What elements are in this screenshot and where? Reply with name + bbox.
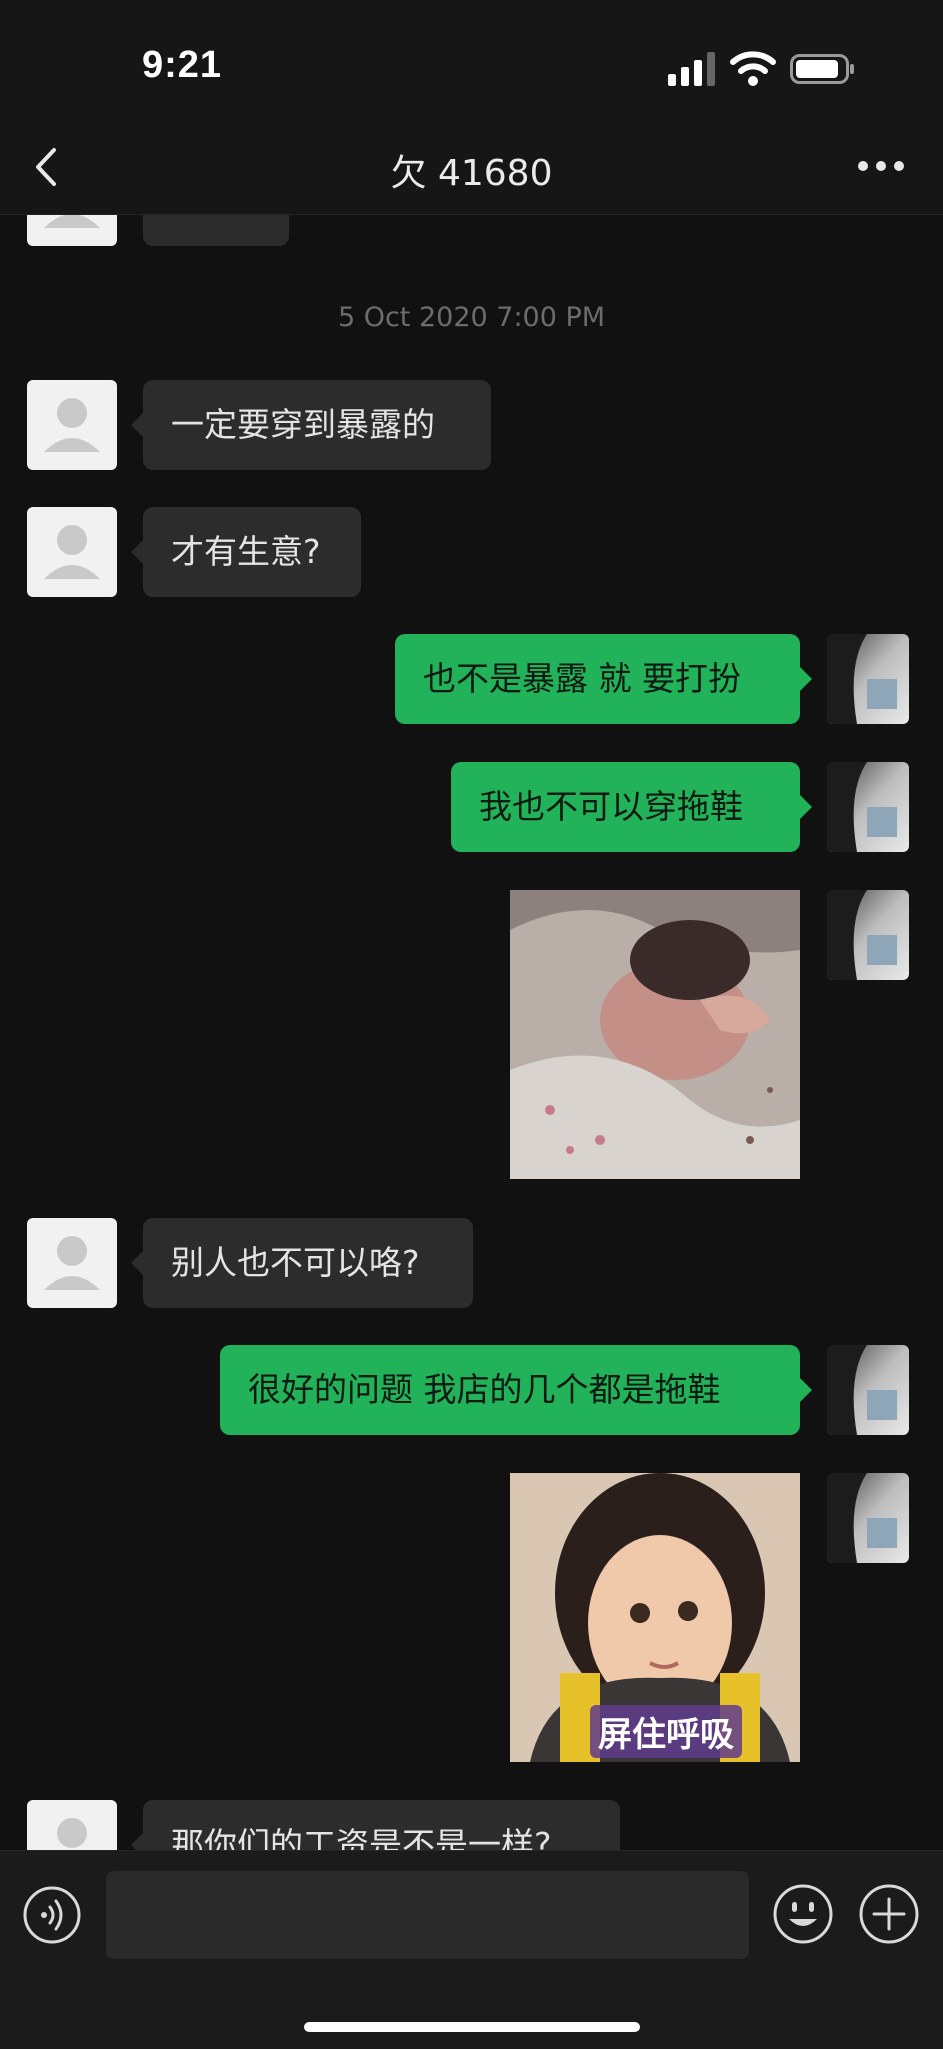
incoming-message[interactable]: 才有生意? <box>131 507 361 597</box>
plus-icon[interactable] <box>858 1883 920 1945</box>
user-avatar[interactable] <box>827 890 909 980</box>
user-avatar[interactable] <box>827 1473 909 1563</box>
contact-avatar[interactable] <box>27 380 117 470</box>
user-avatar[interactable] <box>827 762 909 852</box>
outgoing-message[interactable]: 也不是暴露 就 要打扮 <box>395 634 812 724</box>
signal-icon <box>668 52 715 86</box>
contact-avatar[interactable] <box>27 1218 117 1308</box>
wifi-icon <box>730 51 776 86</box>
contact-avatar[interactable] <box>27 507 117 597</box>
more-icon[interactable] <box>856 158 906 174</box>
status-time: 9:21 <box>142 44 223 86</box>
message-input[interactable] <box>106 1871 749 1959</box>
sticker-image-baby[interactable] <box>510 890 800 1179</box>
voice-icon[interactable] <box>22 1885 82 1945</box>
battery-icon <box>790 54 854 84</box>
outgoing-message[interactable]: 我也不可以穿拖鞋 <box>451 762 812 852</box>
outgoing-message[interactable]: 很好的问题 我店的几个都是拖鞋 <box>220 1345 812 1435</box>
message-timestamp: 5 Oct 2020 7:00 PM <box>337 302 606 333</box>
input-bar <box>0 1850 943 2049</box>
user-avatar[interactable] <box>827 1345 909 1435</box>
user-avatar[interactable] <box>827 634 909 724</box>
chat-header: 欠 41680 <box>0 120 943 215</box>
incoming-message[interactable]: 一定要穿到暴露的 <box>131 380 491 470</box>
incoming-message[interactable]: 别人也不可以咯? <box>131 1218 473 1308</box>
emoji-icon[interactable] <box>772 1883 834 1945</box>
chat-title: 欠 41680 <box>390 153 553 194</box>
status-bar: 9:21 <box>0 0 943 120</box>
sticker-image-girl[interactable]: 屏住呼吸 <box>510 1473 800 1762</box>
home-indicator[interactable] <box>304 2022 640 2032</box>
sticker-caption: 屏住呼吸 <box>590 1705 742 1758</box>
